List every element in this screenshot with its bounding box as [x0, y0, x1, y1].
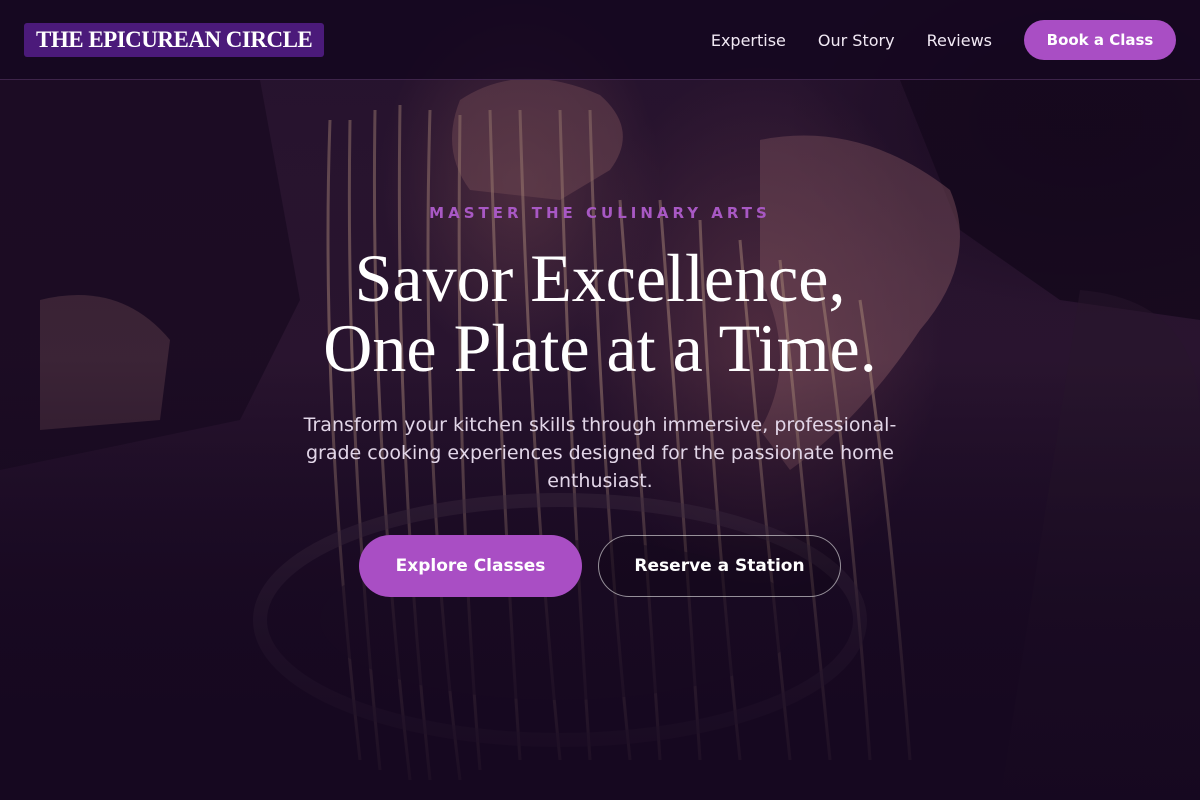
- brand-logo[interactable]: THE EPICUREAN CIRCLE: [24, 23, 325, 57]
- book-class-button[interactable]: Book a Class: [1024, 20, 1176, 60]
- nav-link-expertise[interactable]: Expertise: [711, 31, 786, 50]
- hero-headline: Savor Excellence, One Plate at a Time.: [0, 243, 1200, 383]
- nav-link-our-story[interactable]: Our Story: [818, 31, 895, 50]
- hero-headline-line-2: One Plate at a Time.: [323, 310, 877, 386]
- landing-page: THE EPICUREAN CIRCLE Expertise Our Story…: [0, 0, 1200, 800]
- hero-headline-line-1: Savor Excellence,: [354, 240, 846, 316]
- nav-link-reviews[interactable]: Reviews: [927, 31, 992, 50]
- hero-overlay: [0, 0, 1200, 800]
- explore-classes-button[interactable]: Explore Classes: [359, 535, 582, 597]
- hero-eyebrow: MASTER THE CULINARY ARTS: [429, 204, 771, 222]
- hero-subtext: Transform your kitchen skills through im…: [303, 414, 897, 492]
- reserve-station-button[interactable]: Reserve a Station: [598, 535, 841, 597]
- main-nav: Expertise Our Story Reviews: [711, 0, 992, 80]
- site-header: THE EPICUREAN CIRCLE Expertise Our Story…: [0, 0, 1200, 80]
